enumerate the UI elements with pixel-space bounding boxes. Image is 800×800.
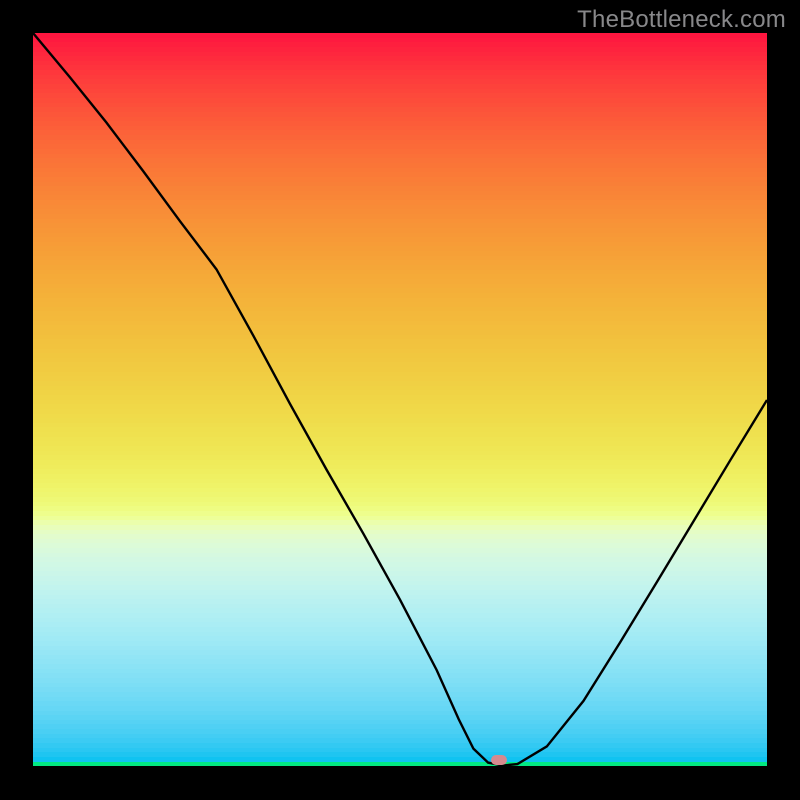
chart-frame: TheBottleneck.com <box>0 0 800 800</box>
watermark-text: TheBottleneck.com <box>577 6 786 34</box>
optimal-point-marker <box>491 755 507 765</box>
plot-area <box>33 33 767 767</box>
bottleneck-curve <box>33 33 767 767</box>
